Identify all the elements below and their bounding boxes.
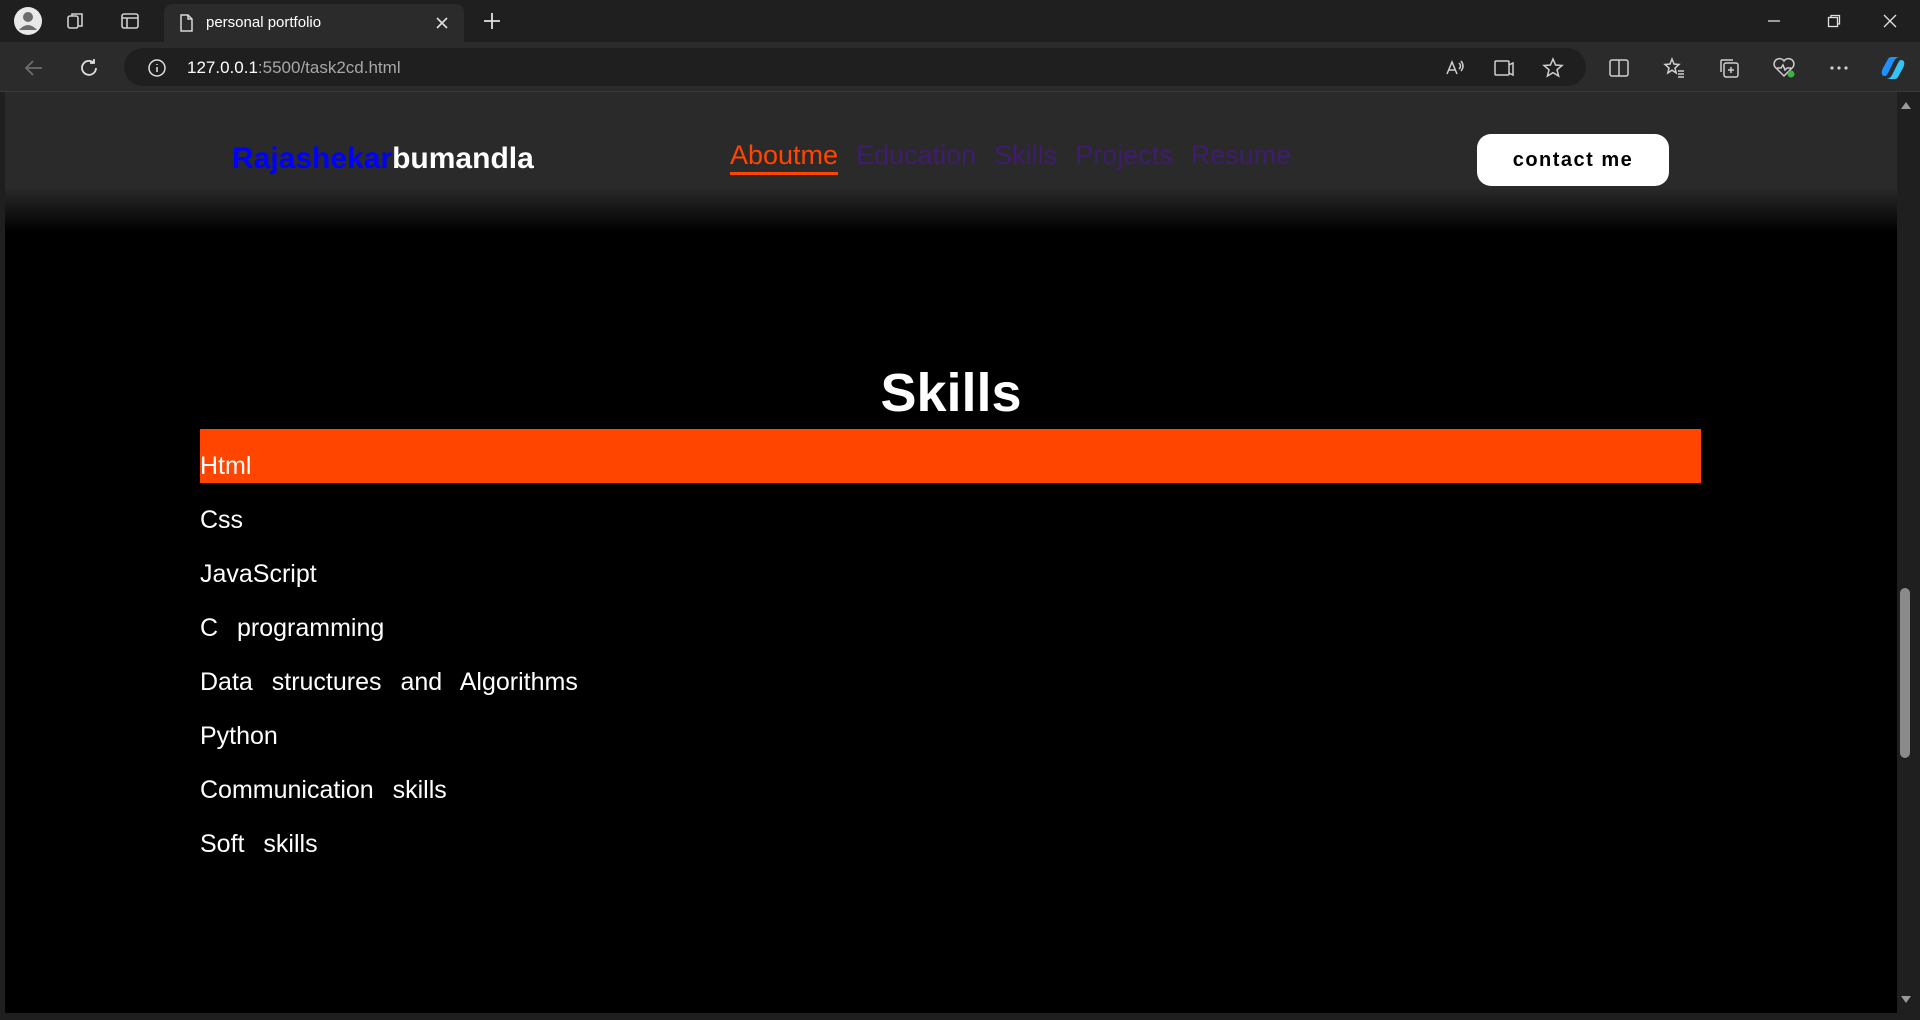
browser-tab-bar: personal portfolio [0,0,1920,42]
restore-icon[interactable] [1808,4,1860,38]
url-text[interactable]: 127.0.0.1:5500/task2cd.html [187,58,401,78]
skills-heading: Skills [880,363,1022,423]
nav-link-education[interactable]: Education [856,140,976,175]
immersive-reader-icon[interactable] [1491,55,1517,81]
tab-personal-portfolio[interactable]: personal portfolio [164,4,464,42]
tab-actions-icon[interactable] [114,6,146,36]
skill-item-javascript[interactable]: JavaScript [200,537,1701,591]
skill-item-html[interactable]: Html [200,429,1701,483]
new-tab-icon[interactable] [476,6,508,36]
page-scrollbar-track[interactable] [1897,92,1915,1013]
scroll-down-icon[interactable] [1899,993,1913,1007]
nav-link-resume[interactable]: Resume [1191,140,1292,175]
skill-item-c-programming[interactable]: C programming [200,591,1701,645]
back-arrow-icon[interactable] [17,51,51,85]
profile-avatar-icon[interactable] [11,4,45,38]
refresh-icon[interactable] [72,51,106,85]
skill-item-python[interactable]: Python [200,699,1701,753]
contact-me-button[interactable]: contact me [1477,134,1669,186]
minimize-icon[interactable] [1748,4,1800,38]
close-window-icon[interactable] [1864,4,1916,38]
nav-link-projects[interactable]: Projects [1075,140,1173,175]
skill-item-css[interactable]: Css [200,483,1701,537]
tab-title: personal portfolio [206,14,322,31]
site-logo[interactable]: Rajashekarbumandla [232,142,534,176]
address-omnibox[interactable]: 127.0.0.1:5500/task2cd.html [124,48,1586,86]
collections-icon[interactable] [1713,52,1745,84]
logo-last-name: bumandla [392,142,534,175]
url-path: :5500/task2cd.html [257,58,401,77]
close-tab-icon[interactable] [430,11,454,35]
main-nav: Aboutme Education Skills Projects Resume [730,140,1291,175]
logo-first-name: Rajashekar [232,142,393,175]
nav-link-skills[interactable]: Skills [994,140,1057,175]
url-host: 127.0.0.1 [187,58,258,77]
site-info-icon[interactable] [144,55,170,81]
favorite-star-icon[interactable] [1540,55,1566,81]
site-header: Rajashekarbumandla Aboutme Education Ski… [5,92,1897,232]
read-aloud-icon[interactable] [1442,55,1468,81]
skill-item-communication[interactable]: Communication skills [200,753,1701,807]
page-scrollbar-thumb[interactable] [1900,588,1910,758]
skill-item-soft-skills[interactable]: Soft skills [200,807,1701,861]
page-icon [176,13,196,33]
more-options-icon[interactable] [1823,52,1855,84]
browser-address-bar: 127.0.0.1:5500/task2cd.html [0,42,1920,92]
split-screen-icon[interactable] [1603,52,1635,84]
skills-list: Html Css JavaScript C programming Data s… [200,429,1701,861]
workspaces-icon[interactable] [60,6,92,36]
scroll-up-icon[interactable] [1899,98,1913,112]
favorites-icon[interactable] [1658,52,1690,84]
nav-link-aboutme[interactable]: Aboutme [730,140,839,175]
copilot-icon[interactable] [1877,52,1909,84]
page-viewport: Rajashekarbumandla Aboutme Education Ski… [5,92,1897,1013]
browser-essentials-icon[interactable] [1768,52,1800,84]
skill-item-dsa[interactable]: Data structures and Algorithms [200,645,1701,699]
